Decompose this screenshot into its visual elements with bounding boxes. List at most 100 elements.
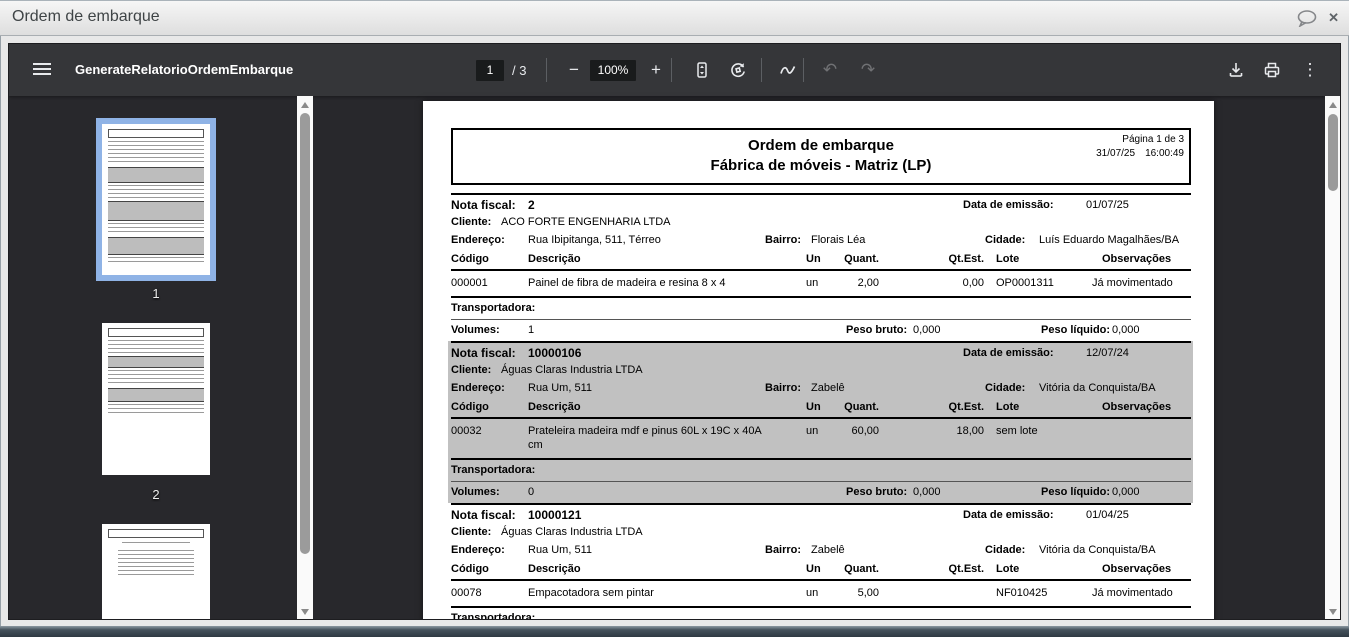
scroll-up-arrow-icon[interactable]	[301, 102, 309, 108]
thumbnail-page-2[interactable]	[102, 323, 210, 475]
thumbnails-scrollbar-thumb[interactable]	[300, 113, 310, 554]
nota-fiscal-row: Nota fiscal: 2 Data de emissão: 01/07/25	[451, 195, 1191, 214]
address-value: Rua Ibipitanga, 511, Térreo	[528, 233, 765, 247]
item-stock-quantity	[891, 586, 990, 600]
item-description: Painel de fibra de madeira e resina 8 x …	[528, 276, 773, 290]
report-page-label: Página 1 de 3	[1086, 133, 1184, 147]
page-number-input[interactable]	[476, 60, 504, 81]
divider	[671, 58, 672, 82]
carrier-row: Transportadora:	[451, 460, 1191, 482]
totals-row: Volumes: 1 Peso bruto: 0,000 Peso líquid…	[451, 320, 1191, 341]
gross-weight-label: Peso bruto:	[846, 323, 913, 337]
address-label: Endereço:	[451, 233, 528, 247]
thumbnails-scrollbar[interactable]	[297, 96, 313, 620]
address-value: Rua Um, 511	[528, 381, 765, 395]
district-value: Zabelê	[811, 381, 985, 395]
item-observations	[1090, 424, 1191, 452]
address-row: Endereço: Rua Um, 511 Bairro: Zabelê Cid…	[451, 541, 1191, 560]
viewer-document-title: GenerateRelatorioOrdemEmbarque	[75, 44, 293, 96]
item-code: 000001	[451, 276, 528, 290]
report-meta: Página 1 de 3 31/07/2516:00:49	[1086, 133, 1184, 161]
undo-icon[interactable]: ↶	[815, 55, 845, 85]
volumes-value: 1	[528, 323, 846, 337]
client-value: Águas Claras Industria LTDA	[501, 525, 1191, 539]
nota-fiscal-label: Nota fiscal:	[451, 508, 528, 522]
annotate-ink-icon[interactable]	[773, 55, 803, 85]
column-headers-row: Código Descrição Un Quant. Qt.Est. Lote …	[451, 560, 1191, 581]
scroll-down-arrow-icon[interactable]	[1329, 609, 1337, 615]
report-header: Ordem de embarque Fábrica de móveis - Ma…	[451, 128, 1191, 185]
client-row: Cliente: Águas Claras Industria LTDA	[451, 362, 1191, 379]
item-unit: un	[796, 424, 836, 452]
city-label: Cidade:	[985, 543, 1039, 557]
item-stock-quantity: 18,00	[891, 424, 990, 452]
nota-fiscal-row: Nota fiscal: 10000106 Data de emissão: 1…	[451, 343, 1191, 362]
item-description: Prateleira madeira mdf e pinus 60L x 19C…	[528, 424, 773, 452]
comment-bubble-icon[interactable]	[1296, 9, 1318, 27]
volumes-label: Volumes:	[451, 323, 528, 337]
report-date: 31/07/25	[1096, 148, 1135, 159]
close-icon[interactable]: ✕	[1328, 9, 1339, 27]
more-options-icon[interactable]: ⋮	[1295, 55, 1325, 85]
item-code: 00032	[451, 424, 528, 452]
nota-fiscal-block: Nota fiscal: 10000106 Data de emissão: 1…	[451, 341, 1191, 503]
nota-fiscal-number: 2	[528, 198, 963, 212]
document-page: Ordem de embarque Fábrica de móveis - Ma…	[423, 101, 1214, 620]
document-scrollbar-thumb[interactable]	[1328, 114, 1338, 191]
carrier-row: Transportadora:	[451, 608, 1191, 620]
print-icon[interactable]	[1257, 55, 1287, 85]
net-weight-value: 0,000	[1112, 323, 1191, 337]
scroll-down-arrow-icon[interactable]	[301, 609, 309, 615]
gross-weight-value: 0,000	[913, 485, 1041, 499]
volumes-label: Volumes:	[451, 485, 528, 499]
city-value: Vitória da Conquista/BA	[1039, 543, 1191, 557]
net-weight-value: 0,000	[1112, 485, 1191, 499]
divider	[546, 58, 547, 82]
rotate-icon[interactable]	[723, 55, 753, 85]
nota-fiscal-number: 10000121	[528, 508, 963, 522]
net-weight-label: Peso líquido:	[1041, 485, 1112, 499]
volumes-value: 0	[528, 485, 846, 499]
item-row: 00078 Empacotadora sem pintar un 5,00 NF…	[451, 581, 1191, 608]
report-subtitle: Fábrica de móveis - Matriz (LP)	[453, 157, 1189, 174]
item-row: 00032 Prateleira madeira mdf e pinus 60L…	[451, 419, 1191, 460]
district-label: Bairro:	[765, 543, 811, 557]
fit-to-page-icon[interactable]	[687, 55, 717, 85]
item-description: Empacotadora sem pintar	[528, 586, 773, 600]
gross-weight-label: Peso bruto:	[846, 485, 913, 499]
window-titlebar: Ordem de embarque ✕	[0, 0, 1349, 36]
thumbnail-page-1[interactable]	[96, 118, 216, 281]
item-lot: OP0001311	[990, 276, 1090, 290]
nota-fiscal-block: Nota fiscal: 2 Data de emissão: 01/07/25…	[451, 193, 1191, 341]
nota-fiscal-label: Nota fiscal:	[451, 198, 528, 212]
district-label: Bairro:	[765, 233, 811, 247]
page-count: / 3	[512, 60, 526, 81]
emission-date-label: Data de emissão:	[963, 508, 1086, 522]
client-value: Águas Claras Industria LTDA	[501, 363, 1191, 377]
column-headers-row: Código Descrição Un Quant. Qt.Est. Lote …	[451, 250, 1191, 271]
download-icon[interactable]	[1221, 55, 1251, 85]
nota-fiscal-block: Nota fiscal: 10000121 Data de emissão: 0…	[451, 503, 1191, 620]
thumbnail-page-3[interactable]	[102, 524, 210, 620]
item-row: 000001 Painel de fibra de madeira e resi…	[451, 271, 1191, 298]
zoom-out-button[interactable]: −	[559, 55, 589, 85]
document-scrollbar[interactable]	[1325, 96, 1341, 620]
emission-date-value: 12/07/24	[1086, 346, 1191, 360]
client-row: Cliente: Águas Claras Industria LTDA	[451, 524, 1191, 541]
district-value: Florais Léa	[811, 233, 985, 247]
client-value: ACO FORTE ENGENHARIA LTDA	[501, 215, 1191, 229]
client-label: Cliente:	[451, 215, 501, 229]
emission-date-value: 01/07/25	[1086, 198, 1191, 212]
item-quantity: 2,00	[836, 276, 891, 290]
address-label: Endereço:	[451, 543, 528, 557]
zoom-in-button[interactable]: +	[641, 55, 671, 85]
menu-icon[interactable]	[33, 63, 51, 78]
zoom-level: 100%	[590, 60, 636, 81]
carrier-label: Transportadora:	[451, 302, 535, 314]
scroll-up-arrow-icon[interactable]	[1329, 102, 1337, 108]
item-quantity: 5,00	[836, 586, 891, 600]
emission-date-value: 01/04/25	[1086, 508, 1191, 522]
client-label: Cliente:	[451, 525, 501, 539]
redo-icon[interactable]: ↷	[853, 55, 883, 85]
city-value: Vitória da Conquista/BA	[1039, 381, 1191, 395]
